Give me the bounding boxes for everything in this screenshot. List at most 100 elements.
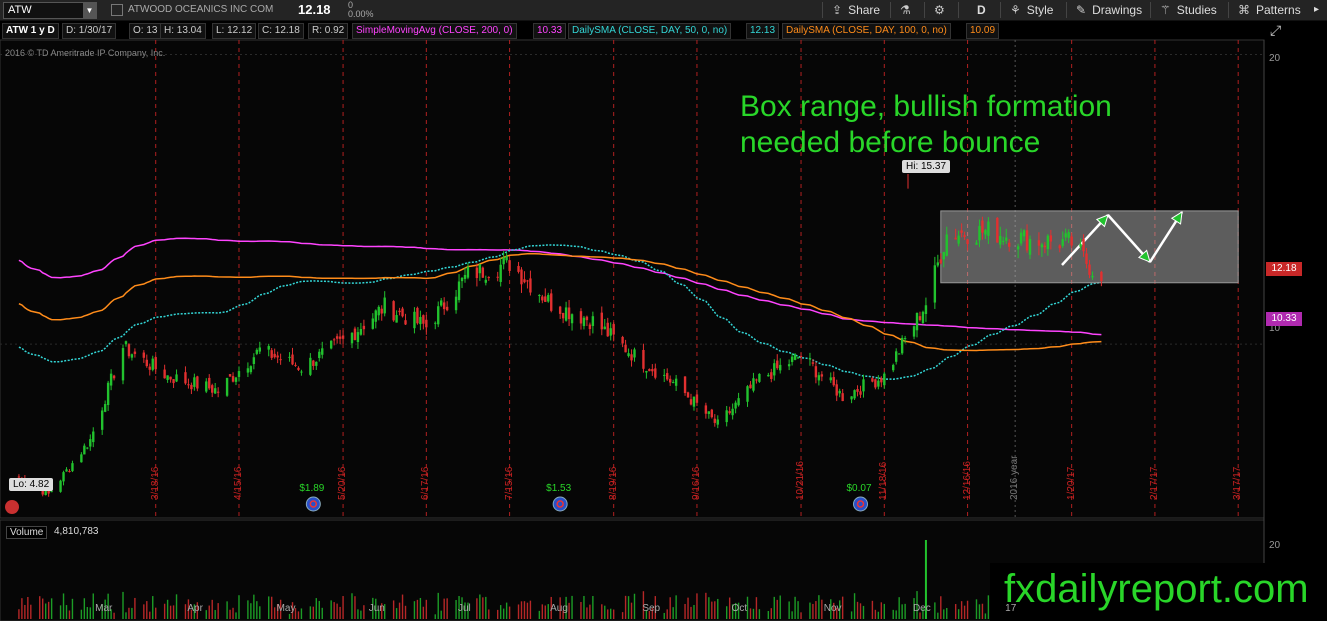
candle-body: [505, 256, 508, 261]
candle-body: [190, 384, 193, 390]
candle-body: [335, 336, 339, 339]
candle-body: [216, 391, 220, 393]
candle-body: [883, 373, 886, 386]
candle-body: [892, 364, 895, 371]
candle-body: [208, 377, 211, 389]
candle-body: [526, 280, 529, 282]
candle-body: [121, 348, 125, 381]
earnings-icon: [5, 500, 19, 514]
candle-body: [383, 297, 386, 314]
candle-body: [666, 373, 669, 380]
candle-body: [689, 399, 693, 405]
candle-body: [713, 418, 716, 423]
candle-body: [811, 362, 815, 364]
candle-body: [142, 352, 146, 358]
candle-body: [193, 377, 196, 387]
event-date-label: 4/15/16: [232, 466, 244, 500]
price-chart[interactable]: [0, 0, 1327, 621]
candle-body: [401, 308, 404, 317]
price-tick-top: 20: [1269, 53, 1281, 64]
candle-body: [585, 316, 589, 321]
candle-body: [145, 359, 148, 367]
dividend-icon: [853, 496, 869, 512]
candle-body: [1064, 233, 1067, 238]
candle-body: [460, 277, 464, 282]
candle-body: [924, 305, 928, 315]
candle-body: [523, 279, 526, 283]
candle-body: [853, 390, 856, 399]
volume-label: Volume: [6, 526, 48, 539]
candle-body: [1022, 230, 1026, 237]
dividend-icon: [305, 496, 321, 512]
candle-body: [808, 358, 812, 360]
dividend-icon: [552, 496, 568, 512]
dividend-label: $1.89: [299, 483, 325, 494]
candle-body: [1008, 242, 1011, 247]
event-date-label: 6/17/16: [420, 466, 432, 500]
candle-body: [630, 354, 633, 361]
candle-body: [966, 239, 969, 245]
candle-body: [231, 376, 235, 382]
candle-body: [897, 353, 901, 355]
candle-body: [416, 307, 419, 324]
event-date-label: 11/18/16: [878, 461, 890, 500]
candle-body: [356, 332, 360, 342]
candle-body: [683, 376, 687, 394]
candle-body: [205, 381, 208, 392]
month-label: 17: [1005, 603, 1017, 614]
candle-body: [353, 328, 357, 340]
candle-body: [829, 377, 832, 381]
candle-body: [276, 355, 279, 358]
candle-body: [520, 269, 523, 285]
candle-body: [814, 366, 818, 378]
candle-body: [1049, 235, 1053, 242]
candle-body: [773, 363, 776, 376]
candle-body: [945, 234, 948, 256]
candle-body: [960, 230, 963, 233]
candle-body: [109, 373, 113, 386]
candle-body: [127, 344, 131, 357]
candle-body: [903, 338, 907, 340]
candle-body: [350, 332, 354, 344]
candle-body: [564, 307, 568, 321]
candle-body: [1100, 271, 1103, 282]
event-date-label: 10/21/16: [795, 461, 807, 500]
event-date-label: 3/17/17: [1232, 466, 1244, 500]
candle-body: [835, 384, 838, 396]
candle-body: [437, 306, 440, 325]
watermark-text: fxdailyreport.com: [1004, 567, 1309, 611]
candle-body: [103, 404, 107, 412]
candle-body: [1046, 235, 1050, 250]
candle-body: [425, 319, 428, 328]
candle-body: [767, 374, 770, 377]
candle-body: [475, 267, 479, 279]
candle-body: [987, 221, 990, 236]
candle-body: [442, 302, 446, 310]
candle-body: [1016, 246, 1020, 250]
candle-body: [288, 356, 291, 358]
candle-body: [312, 360, 315, 366]
candle-body: [570, 314, 574, 324]
candle-body: [279, 359, 282, 361]
candle-body: [100, 410, 104, 430]
month-label: Aug: [550, 603, 568, 614]
candle-body: [321, 348, 324, 355]
candle-body: [112, 375, 116, 379]
candle-body: [820, 374, 824, 377]
volume-value: 4,810,783: [54, 526, 99, 537]
candle-body: [1040, 244, 1044, 248]
candle-body: [621, 336, 624, 344]
candle-body: [591, 316, 595, 326]
candle-body: [246, 368, 250, 373]
candle-body: [921, 311, 925, 324]
candle-body: [86, 447, 89, 449]
candle-body: [642, 349, 645, 369]
candle-body: [440, 300, 443, 306]
candle-body: [862, 379, 865, 392]
candle-body: [273, 353, 276, 358]
candle-body: [832, 377, 835, 386]
candle-body: [978, 225, 981, 241]
candle-body: [89, 439, 92, 447]
candle-body: [395, 315, 398, 323]
month-label: Oct: [731, 603, 748, 614]
